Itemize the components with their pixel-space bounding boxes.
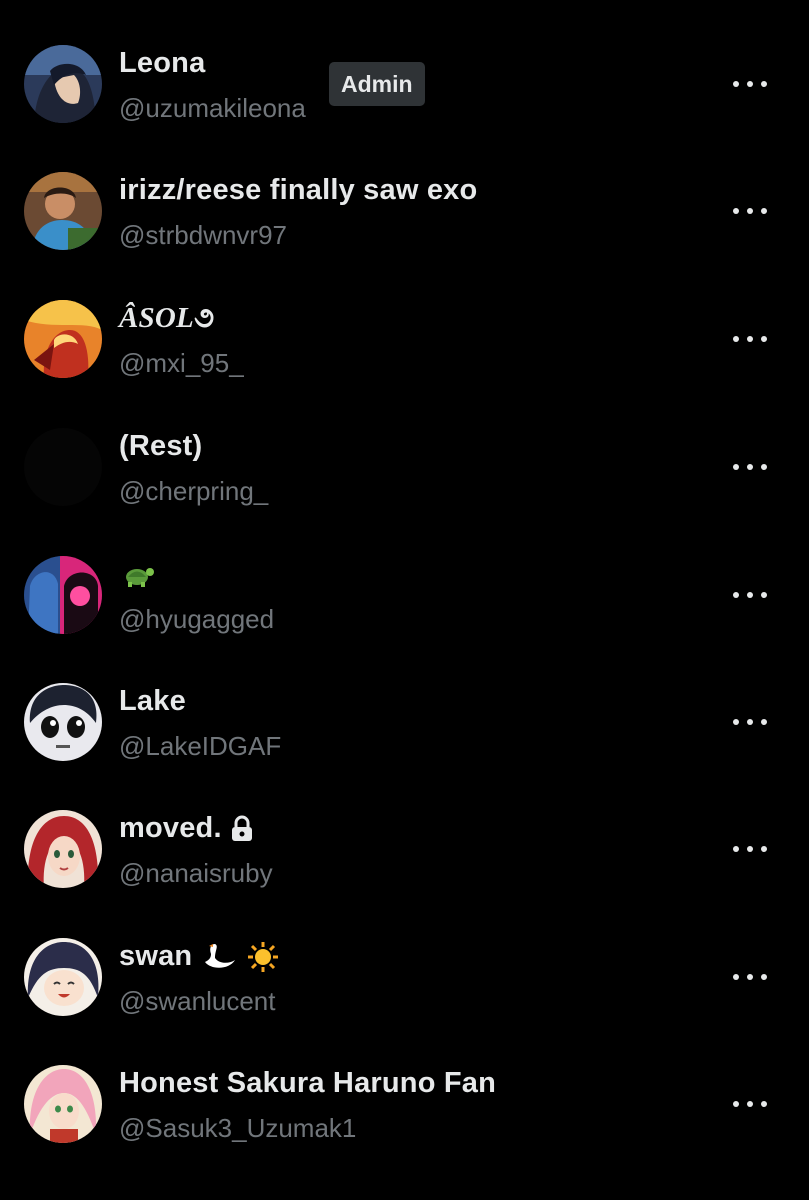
- avatar[interactable]: [24, 1065, 102, 1143]
- member-handle: @swanlucent: [119, 986, 276, 1016]
- member-handle: @nanaisruby: [119, 858, 273, 888]
- more-options-icon[interactable]: [733, 590, 767, 600]
- member-name: swan: [119, 939, 279, 973]
- member-handle: @LakeIDGAF: [119, 731, 282, 761]
- more-options-icon[interactable]: [733, 972, 767, 982]
- swan-icon: [204, 944, 235, 969]
- member-name: Honest Sakura Haruno Fan: [119, 1067, 497, 1099]
- more-options-icon[interactable]: [733, 206, 767, 216]
- member-row-swan[interactable]: swan @swanlucent: [0, 921, 809, 1031]
- member-row-lake[interactable]: Lake @LakeIDGAF: [0, 666, 809, 776]
- member-row-nanaisruby[interactable]: moved. @nanaisruby: [0, 793, 809, 903]
- member-name: Lake: [119, 685, 186, 717]
- member-name-text: swan: [119, 940, 193, 972]
- member-handle: @Sasuk3_Uzumak1: [119, 1113, 357, 1143]
- member-row-rest[interactable]: (Rest) @cherpring_: [0, 411, 809, 521]
- avatar[interactable]: [24, 300, 102, 378]
- member-name: [119, 557, 155, 591]
- member-name: (Rest): [119, 430, 203, 462]
- avatar[interactable]: [24, 938, 102, 1016]
- member-handle: @uzumakileona: [119, 93, 306, 123]
- avatar[interactable]: [24, 45, 102, 123]
- more-options-icon[interactable]: [733, 1099, 767, 1109]
- avatar[interactable]: [24, 172, 102, 250]
- avatar[interactable]: [24, 810, 102, 888]
- admin-badge: Admin: [329, 62, 425, 106]
- more-options-icon[interactable]: [733, 334, 767, 344]
- avatar[interactable]: [24, 683, 102, 761]
- member-row-hyugagged[interactable]: @hyugagged: [0, 539, 809, 649]
- member-handle: @mxi_95_: [119, 348, 244, 378]
- member-name-text: ÂSOL: [119, 302, 194, 334]
- member-name: Leona: [119, 47, 206, 79]
- sun-icon: [247, 942, 278, 973]
- more-options-icon[interactable]: [733, 717, 767, 727]
- member-row-sasuk3[interactable]: Honest Sakura Haruno Fan @Sasuk3_Uzumak1: [0, 1048, 809, 1158]
- turtle-icon: [126, 568, 154, 588]
- avatar[interactable]: [24, 428, 102, 506]
- member-row-asol[interactable]: ÂSOL૭ @mxi_95_: [0, 283, 809, 393]
- avatar[interactable]: [24, 556, 102, 634]
- member-name-text: moved.: [119, 812, 222, 844]
- lock-icon: [232, 815, 252, 842]
- member-handle: @hyugagged: [119, 604, 275, 634]
- more-options-icon[interactable]: [733, 844, 767, 854]
- member-name: ÂSOL૭: [119, 301, 214, 335]
- member-handle: @strbdwnvr97: [119, 220, 288, 250]
- member-handle: @cherpring_: [119, 476, 269, 506]
- more-options-icon[interactable]: [733, 462, 767, 472]
- member-name: irizz/reese finally saw exo: [119, 174, 478, 206]
- more-options-icon[interactable]: [733, 79, 767, 89]
- member-name: moved.: [119, 811, 254, 845]
- member-row-irizz[interactable]: irizz/reese finally saw exo @strbdwnvr97: [0, 155, 809, 265]
- name-suffix-glyph: ૭: [193, 302, 215, 334]
